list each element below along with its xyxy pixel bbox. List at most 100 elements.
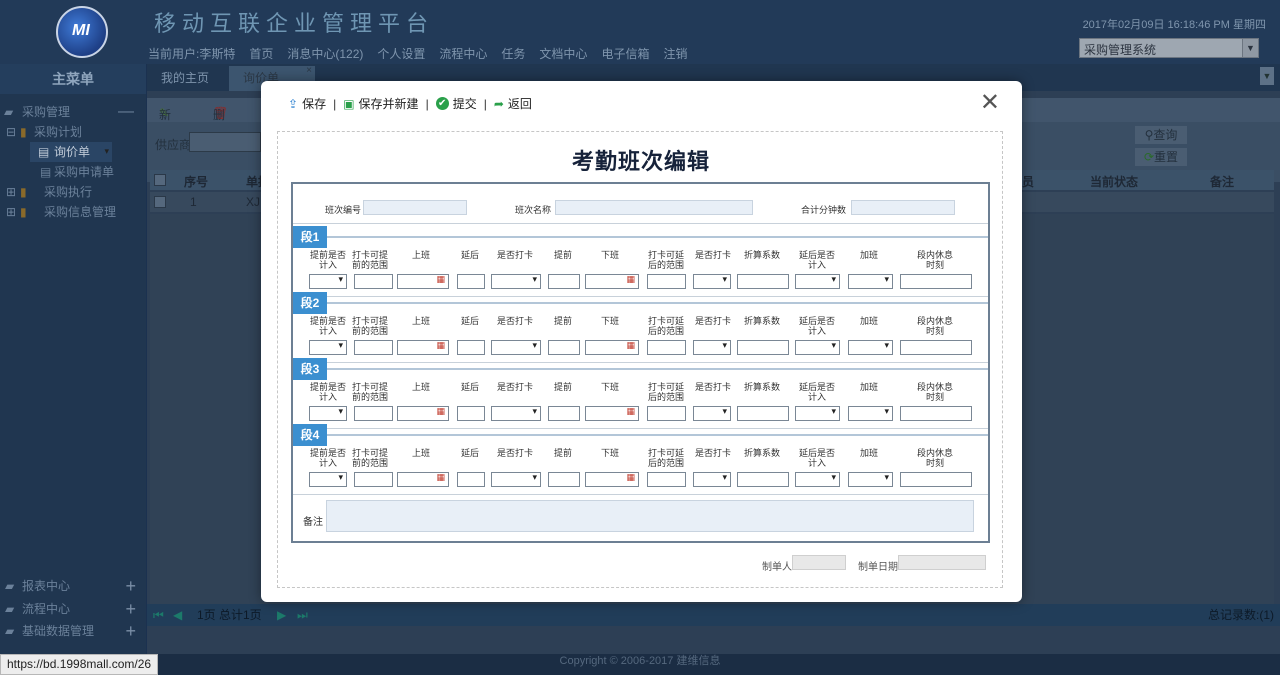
segment-select[interactable]: [693, 274, 731, 289]
col-seq[interactable]: 序号: [184, 173, 208, 190]
segment-input[interactable]: [737, 406, 789, 421]
segment-input[interactable]: [354, 340, 393, 355]
sidebar-item-workflow[interactable]: ▰ 流程中心 +: [0, 598, 146, 620]
segment-time-picker[interactable]: [585, 274, 639, 289]
segment-select[interactable]: [491, 274, 541, 289]
segment-input[interactable]: [548, 472, 580, 487]
segment-input[interactable]: [900, 472, 972, 487]
segment-select[interactable]: [795, 472, 840, 487]
segment-select[interactable]: [848, 406, 893, 421]
sidebar-item-basedata[interactable]: ▰ 基础数据管理 +: [0, 620, 146, 642]
segment-input[interactable]: [354, 472, 393, 487]
segment-input[interactable]: [737, 274, 789, 289]
nav-email[interactable]: 电子信箱: [601, 45, 649, 62]
shift-code-input[interactable]: [363, 200, 467, 215]
col-staff[interactable]: 员: [1022, 173, 1034, 190]
first-page-icon[interactable]: ⏮: [153, 604, 164, 626]
nav-personal-settings[interactable]: 个人设置: [377, 45, 425, 62]
segment-input[interactable]: [647, 472, 686, 487]
segment-time-picker[interactable]: [585, 340, 639, 355]
nav-logout[interactable]: 注销: [663, 45, 687, 62]
nav-workflow[interactable]: 流程中心: [439, 45, 487, 62]
shift-name-input[interactable]: [555, 200, 753, 215]
save-button[interactable]: ⇪ 保存: [288, 95, 326, 112]
segment-select[interactable]: [309, 274, 347, 289]
segment-input[interactable]: [647, 340, 686, 355]
nav-documents[interactable]: 文档中心: [539, 45, 587, 62]
segment-select[interactable]: [693, 406, 731, 421]
supplier-input[interactable]: [189, 132, 261, 152]
sidebar-item-purchase-exec[interactable]: ⊞ ▮ 采购执行: [0, 182, 146, 202]
sidebar-item-inquiry[interactable]: ▤ 询价单: [30, 141, 112, 162]
segment-select[interactable]: [795, 274, 840, 289]
back-button[interactable]: ➦ 返回: [494, 95, 532, 112]
close-icon[interactable]: ×: [306, 58, 312, 83]
plus-icon[interactable]: +: [125, 598, 136, 620]
row-checkbox[interactable]: [154, 196, 166, 208]
select-all-checkbox[interactable]: [154, 174, 166, 186]
segment-time-picker[interactable]: [397, 472, 449, 487]
segment-select[interactable]: [693, 340, 731, 355]
segment-input[interactable]: [647, 274, 686, 289]
segment-input[interactable]: [900, 340, 972, 355]
nav-tasks[interactable]: 任务: [501, 45, 525, 62]
segment-select[interactable]: [491, 472, 541, 487]
segment-input[interactable]: [900, 274, 972, 289]
submit-button[interactable]: ✔ 提交: [435, 95, 477, 112]
plus-icon[interactable]: +: [125, 620, 136, 642]
segment-select[interactable]: [795, 340, 840, 355]
sidebar-item-purchase-plan[interactable]: ⊟ ▮ 采购计划: [0, 122, 146, 142]
sidebar-item-reports[interactable]: ▰ 报表中心 +: [0, 575, 146, 597]
segment-select[interactable]: [491, 406, 541, 421]
nav-messages[interactable]: 消息中心(122): [287, 45, 363, 62]
segment-input[interactable]: [457, 340, 485, 355]
remark-input[interactable]: [326, 500, 974, 532]
plus-icon[interactable]: +: [125, 575, 136, 597]
segment-select[interactable]: [848, 340, 893, 355]
next-page-icon[interactable]: ▶: [277, 604, 286, 626]
nav-home[interactable]: 首页: [249, 45, 273, 62]
segment-time-picker[interactable]: [397, 406, 449, 421]
segment-input[interactable]: [647, 406, 686, 421]
plus-box-icon[interactable]: ⊞: [6, 182, 16, 202]
reset-button[interactable]: ⟳重置: [1135, 148, 1187, 166]
segment-input[interactable]: [457, 274, 485, 289]
segment-input[interactable]: [548, 274, 580, 289]
segment-input[interactable]: [354, 274, 393, 289]
total-minutes-input[interactable]: [851, 200, 955, 215]
col-status[interactable]: 当前状态: [1090, 173, 1138, 190]
col-remark[interactable]: 备注: [1210, 173, 1234, 190]
tab-home[interactable]: 我的主页: [147, 66, 223, 91]
segment-time-picker[interactable]: [585, 406, 639, 421]
save-and-new-button[interactable]: ▣ 保存并新建: [343, 95, 418, 112]
segment-input[interactable]: [737, 472, 789, 487]
segment-select[interactable]: [848, 274, 893, 289]
segment-input[interactable]: [900, 406, 972, 421]
segment-select[interactable]: [693, 472, 731, 487]
query-button[interactable]: ⚲查询: [1135, 126, 1187, 144]
segment-input[interactable]: [354, 406, 393, 421]
tab-menu-icon[interactable]: ▼: [1260, 67, 1274, 85]
segment-input[interactable]: [548, 340, 580, 355]
segment-select[interactable]: [795, 406, 840, 421]
segment-input[interactable]: [457, 472, 485, 487]
segment-select[interactable]: [309, 472, 347, 487]
segment-select[interactable]: [309, 406, 347, 421]
collapse-icon[interactable]: —: [118, 102, 134, 122]
last-page-icon[interactable]: ⏭: [297, 604, 308, 626]
segment-input[interactable]: [737, 340, 789, 355]
segment-time-picker[interactable]: [585, 472, 639, 487]
plus-box-icon[interactable]: ⊞: [6, 202, 16, 222]
sidebar-item-purchase-info[interactable]: ⊞ ▮ 采购信息管理: [0, 202, 146, 222]
minus-box-icon[interactable]: ⊟: [6, 122, 16, 142]
segment-select[interactable]: [309, 340, 347, 355]
system-select[interactable]: 采购管理系统 ▼: [1079, 38, 1259, 58]
segment-input[interactable]: [548, 406, 580, 421]
segment-time-picker[interactable]: [397, 340, 449, 355]
prev-page-icon[interactable]: ◀: [173, 604, 182, 626]
segment-select[interactable]: [848, 472, 893, 487]
sidebar-item-purchase-request[interactable]: ▤ 采购申请单: [0, 162, 146, 182]
segment-input[interactable]: [457, 406, 485, 421]
segment-select[interactable]: [491, 340, 541, 355]
segment-time-picker[interactable]: [397, 274, 449, 289]
